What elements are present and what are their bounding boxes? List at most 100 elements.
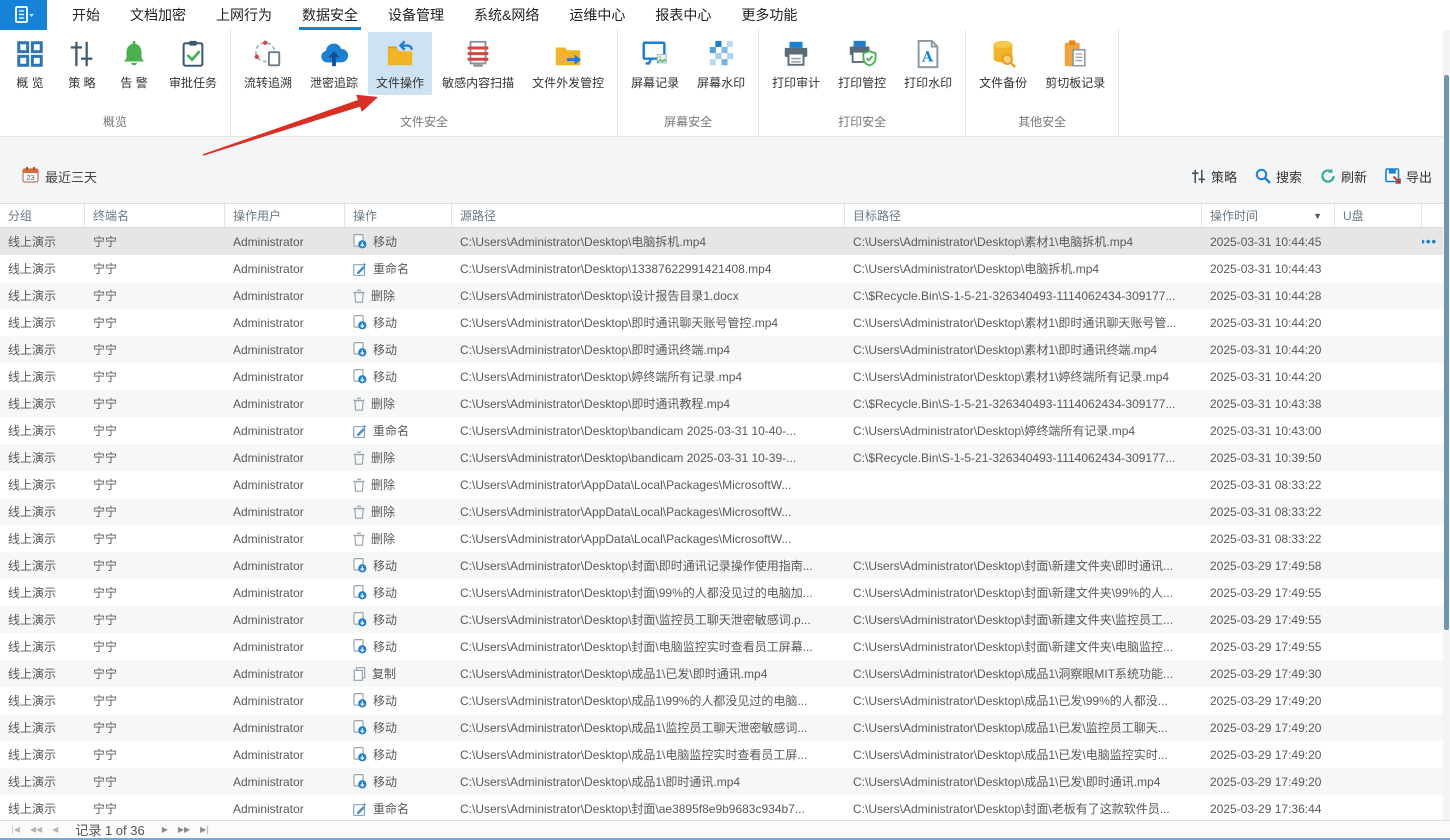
operation-label: 移动: [373, 557, 397, 574]
ribbon-button-leak-trace[interactable]: 泄密追踪: [302, 32, 366, 95]
toolbar-action-export[interactable]: 导出: [1385, 167, 1432, 186]
table-row[interactable]: 线上演示宁宁Administrator移动C:\Users\Administra…: [0, 579, 1443, 606]
ribbon-button-overview[interactable]: 概 览: [5, 32, 55, 95]
cell-operation-time: 2025-03-31 10:44:28: [1202, 289, 1335, 303]
column-header-usb[interactable]: U盘: [1335, 204, 1422, 227]
ribbon-button-print-watermark[interactable]: A打印水印: [896, 32, 960, 95]
move-icon: [353, 234, 367, 249]
menu-tab-4[interactable]: 数据安全: [287, 0, 373, 30]
column-header-time[interactable]: 操作时间▼: [1202, 204, 1335, 227]
menu-tab-8[interactable]: 报表中心: [640, 0, 726, 30]
move-icon: [353, 639, 367, 654]
table-row[interactable]: 线上演示宁宁Administrator移动C:\Users\Administra…: [0, 336, 1443, 363]
menu-tab-5[interactable]: 设备管理: [373, 0, 459, 30]
table-row[interactable]: 线上演示宁宁Administrator删除C:\Users\Administra…: [0, 390, 1443, 417]
move-icon: [353, 747, 367, 762]
table-row[interactable]: 线上演示宁宁Administrator删除C:\Users\Administra…: [0, 525, 1443, 552]
ribbon-group: 屏幕记录屏幕水印屏幕安全: [618, 30, 759, 136]
cell-operation-time: 2025-03-29 17:49:55: [1202, 586, 1335, 600]
operation-label: 删除: [371, 287, 395, 304]
table-row[interactable]: 线上演示宁宁Administrator删除C:\Users\Administra…: [0, 282, 1443, 309]
pager-prev-page-button[interactable]: ◀◀: [27, 825, 45, 834]
ribbon-button-policy[interactable]: 策 略: [57, 32, 107, 95]
table-row[interactable]: 线上演示宁宁Administrator移动C:\Users\Administra…: [0, 741, 1443, 768]
cell-operation: 删除: [345, 503, 452, 520]
ribbon-button-print-audit[interactable]: 打印审计: [764, 32, 828, 95]
cell-terminal: 宁宁: [85, 800, 225, 817]
app-menu-button[interactable]: [0, 0, 47, 30]
table-row[interactable]: 线上演示宁宁Administrator移动C:\Users\Administra…: [0, 228, 1443, 255]
toolbar-action-policy[interactable]: 策略: [1191, 167, 1237, 186]
operation-label: 删除: [371, 503, 395, 520]
cell-group: 线上演示: [0, 665, 85, 682]
pager-last-button[interactable]: ▶|: [197, 825, 212, 834]
menu-tab-3[interactable]: 上网行为: [201, 0, 287, 30]
table-row[interactable]: 线上演示宁宁Administrator重命名C:\Users\Administr…: [0, 795, 1443, 822]
cell-operation-time: 2025-03-31 10:43:00: [1202, 424, 1335, 438]
cell-terminal: 宁宁: [85, 611, 225, 628]
table-row[interactable]: 线上演示宁宁Administrator移动C:\Users\Administra…: [0, 309, 1443, 336]
column-header-src[interactable]: 源路径: [452, 204, 845, 227]
ribbon-button-alarm[interactable]: 告 警: [109, 32, 159, 95]
ribbon-button-screen-watermark[interactable]: 屏幕水印: [689, 32, 753, 95]
menu-tab-1[interactable]: 开始: [57, 0, 115, 30]
ribbon-button-sensitive-scan[interactable]: 敏感内容扫描: [434, 32, 522, 95]
table-row[interactable]: 线上演示宁宁Administrator移动C:\Users\Administra…: [0, 552, 1443, 579]
toolbar-action-search[interactable]: 搜索: [1255, 167, 1302, 186]
pager-prev-button[interactable]: ◀: [49, 825, 61, 834]
column-header-op[interactable]: 操作: [345, 204, 452, 227]
ribbon-button-label: 屏幕记录: [631, 74, 679, 91]
column-header-user[interactable]: 操作用户: [225, 204, 345, 227]
cell-group: 线上演示: [0, 530, 85, 547]
table-row[interactable]: 线上演示宁宁Administrator移动C:\Users\Administra…: [0, 768, 1443, 795]
table-row[interactable]: 线上演示宁宁Administrator移动C:\Users\Administra…: [0, 633, 1443, 660]
cell-user: Administrator: [225, 667, 345, 681]
table-row[interactable]: 线上演示宁宁Administrator移动C:\Users\Administra…: [0, 363, 1443, 390]
column-header-terminal[interactable]: 终端名: [85, 204, 225, 227]
menu-tab-9[interactable]: 更多功能: [726, 0, 812, 30]
table-row[interactable]: 线上演示宁宁Administrator移动C:\Users\Administra…: [0, 606, 1443, 633]
table-row[interactable]: 线上演示宁宁Administrator移动C:\Users\Administra…: [0, 687, 1443, 714]
pager-first-button[interactable]: |◀: [8, 825, 23, 834]
column-header-dst[interactable]: 目标路径: [845, 204, 1202, 227]
table-row[interactable]: 线上演示宁宁Administrator删除C:\Users\Administra…: [0, 444, 1443, 471]
ribbon-button-label: 屏幕水印: [697, 74, 745, 91]
pager-next-page-button[interactable]: ▶▶: [175, 825, 193, 834]
table-row[interactable]: 线上演示宁宁Administrator重命名C:\Users\Administr…: [0, 417, 1443, 444]
table-row[interactable]: 线上演示宁宁Administrator删除C:\Users\Administra…: [0, 471, 1443, 498]
row-more-actions-button[interactable]: •••: [1422, 234, 1437, 249]
menu-tab-7[interactable]: 运维中心: [554, 0, 640, 30]
menu-tab-2[interactable]: 文档加密: [115, 0, 201, 30]
cell-user: Administrator: [225, 586, 345, 600]
ribbon-button-outgoing-control[interactable]: 文件外发管控: [524, 32, 612, 95]
ribbon-button-print-control[interactable]: 打印管控: [830, 32, 894, 95]
ribbon-button-file-operation[interactable]: 文件操作: [368, 32, 432, 95]
operation-label: 复制: [372, 665, 396, 682]
table-row[interactable]: 线上演示宁宁Administrator复制C:\Users\Administra…: [0, 660, 1443, 687]
ribbon-button-clipboard-record[interactable]: 剪切板记录: [1037, 32, 1113, 95]
vertical-scrollbar[interactable]: [1443, 30, 1450, 820]
ribbon-button-file-backup[interactable]: 文件备份: [971, 32, 1035, 95]
table-row[interactable]: 线上演示宁宁Administrator移动C:\Users\Administra…: [0, 714, 1443, 741]
cell-target-path: C:\Users\Administrator\Desktop\婷终端所有记录.m…: [845, 422, 1202, 439]
scrollbar-thumb[interactable]: [1444, 75, 1449, 630]
menu-tab-6[interactable]: 系统&网络: [459, 0, 554, 30]
ribbon-button-screen-record[interactable]: 屏幕记录: [623, 32, 687, 95]
pager-next-button[interactable]: ▶: [159, 825, 171, 834]
toolbar-action-refresh[interactable]: 刷新: [1320, 167, 1367, 186]
cell-user: Administrator: [225, 721, 345, 735]
table-row[interactable]: 线上演示宁宁Administrator删除C:\Users\Administra…: [0, 498, 1443, 525]
cell-terminal: 宁宁: [85, 719, 225, 736]
table-row[interactable]: 线上演示宁宁Administrator重命名C:\Users\Administr…: [0, 255, 1443, 282]
ribbon-button-approval-tasks[interactable]: 审批任务: [161, 32, 225, 95]
operation-label: 移动: [373, 233, 397, 250]
ribbon-group: 文件备份剪切板记录其他安全: [966, 30, 1119, 136]
column-header-group[interactable]: 分组: [0, 204, 85, 227]
ribbon-button-flow-trace[interactable]: 流转追溯: [236, 32, 300, 95]
date-range-filter[interactable]: 23 最近三天: [22, 166, 97, 186]
alarm-icon: [119, 39, 149, 69]
cell-user: Administrator: [225, 478, 345, 492]
cell-terminal: 宁宁: [85, 773, 225, 790]
cell-terminal: 宁宁: [85, 638, 225, 655]
cell-source-path: C:\Users\Administrator\Desktop\即时通讯终端.mp…: [452, 341, 845, 358]
